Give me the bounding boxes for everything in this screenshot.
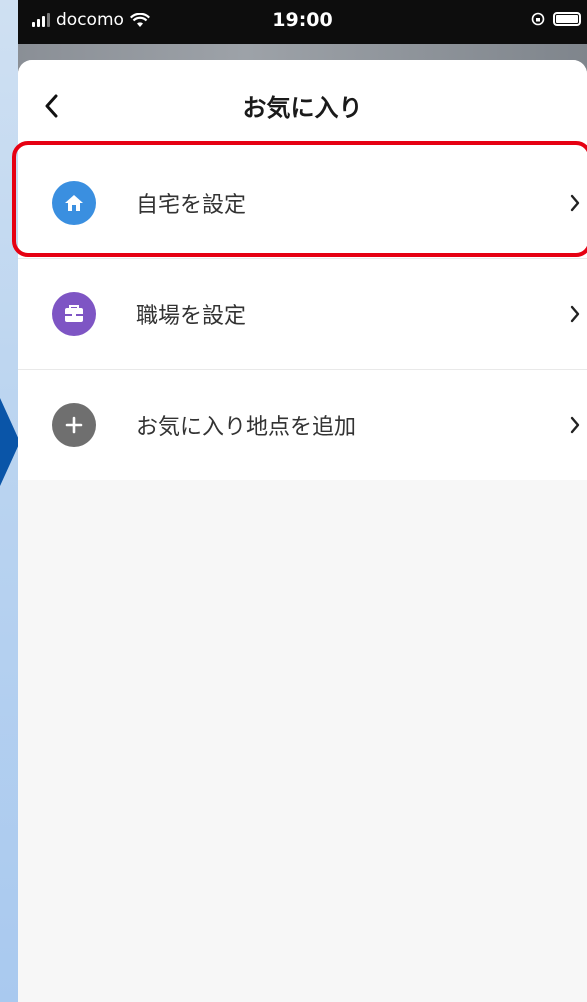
chevron-right-icon xyxy=(563,191,587,215)
plus-icon xyxy=(52,403,96,447)
home-icon xyxy=(52,181,96,225)
status-time: 19:00 xyxy=(272,9,333,31)
favorites-list: 自宅を設定 職場を設定 お気に入り地点を追加 xyxy=(18,148,587,480)
chevron-right-icon xyxy=(563,413,587,437)
favorites-sheet: お気に入り 自宅を設定 職場を設定 お気に入り地点を追加 xyxy=(18,60,587,1002)
battery-icon xyxy=(553,12,581,26)
status-bar: docomo 19:00 xyxy=(18,0,587,44)
list-item-work[interactable]: 職場を設定 xyxy=(18,259,587,370)
list-item-home[interactable]: 自宅を設定 xyxy=(18,148,587,259)
list-item-label: 自宅を設定 xyxy=(136,193,247,218)
list-item-label: お気に入り地点を追加 xyxy=(136,415,357,440)
phone-screen: docomo 19:00 お気に入り 自宅を設定 職場を設定 お気に入り地点を追… xyxy=(18,0,587,1002)
rotation-lock-icon xyxy=(531,12,545,26)
list-item-add-favorite[interactable]: お気に入り地点を追加 xyxy=(18,370,587,480)
page-title: お気に入り xyxy=(242,94,363,122)
briefcase-icon xyxy=(52,292,96,336)
nav-bar: お気に入り xyxy=(18,60,587,148)
chevron-right-icon xyxy=(563,302,587,326)
side-arrow xyxy=(0,398,20,486)
list-item-label: 職場を設定 xyxy=(136,304,247,329)
status-right xyxy=(531,12,581,26)
